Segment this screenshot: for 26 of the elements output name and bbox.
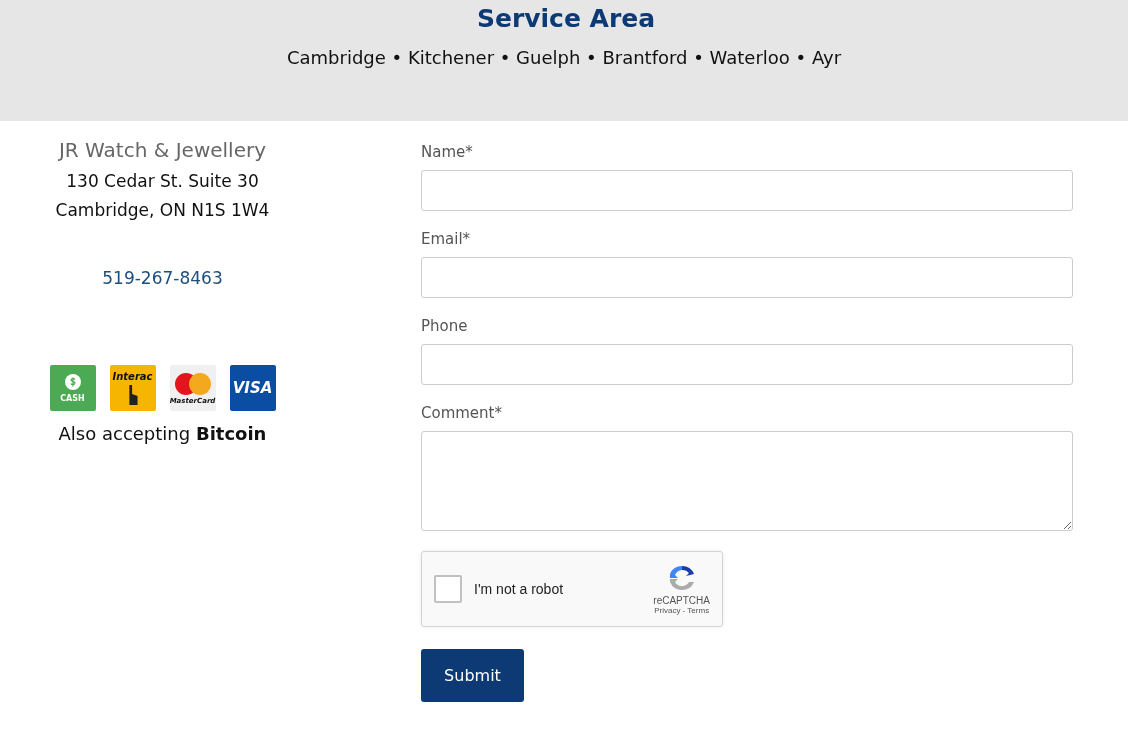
circles-icon — [173, 371, 212, 396]
address-line: 130 Cedar St. Suite 30 — [66, 171, 259, 191]
input-field[interactable] — [421, 170, 1073, 211]
business-name: JR Watch & Jewellery — [58, 138, 267, 162]
captcha-checkbox[interactable] — [434, 575, 462, 603]
payment-note: Also accepting Bitcoin — [58, 423, 267, 444]
input-field[interactable] — [421, 344, 1073, 385]
card-label: CASH — [60, 394, 85, 403]
section-title: Service Area — [475, 4, 656, 33]
card-label: Interac — [112, 371, 153, 382]
phone-link[interactable]: 519-267-8463 — [102, 268, 223, 288]
hand-icon — [126, 384, 139, 405]
captcha-label: I'm not a robot — [474, 581, 565, 597]
input-field[interactable] — [421, 257, 1073, 298]
cities-list: Cambridge • Kitchener • Guelph • Brantford • Waterloo • Ayr — [286, 47, 842, 68]
dollar-icon — [64, 373, 81, 390]
field-label: Email* — [421, 230, 472, 248]
card-label: VISA — [232, 380, 273, 396]
field-label: Comment* — [421, 404, 503, 422]
captcha-links[interactable]: Privacy - Terms — [654, 606, 710, 615]
field-label: Phone — [421, 317, 469, 335]
submit-button[interactable]: Submit — [421, 649, 524, 702]
address-line: Cambridge, ON N1S 1W4 — [55, 200, 270, 220]
field-label: Name* — [421, 143, 474, 161]
comment-field[interactable] — [421, 431, 1073, 531]
captcha-brand: reCAPTCHA — [653, 595, 710, 606]
